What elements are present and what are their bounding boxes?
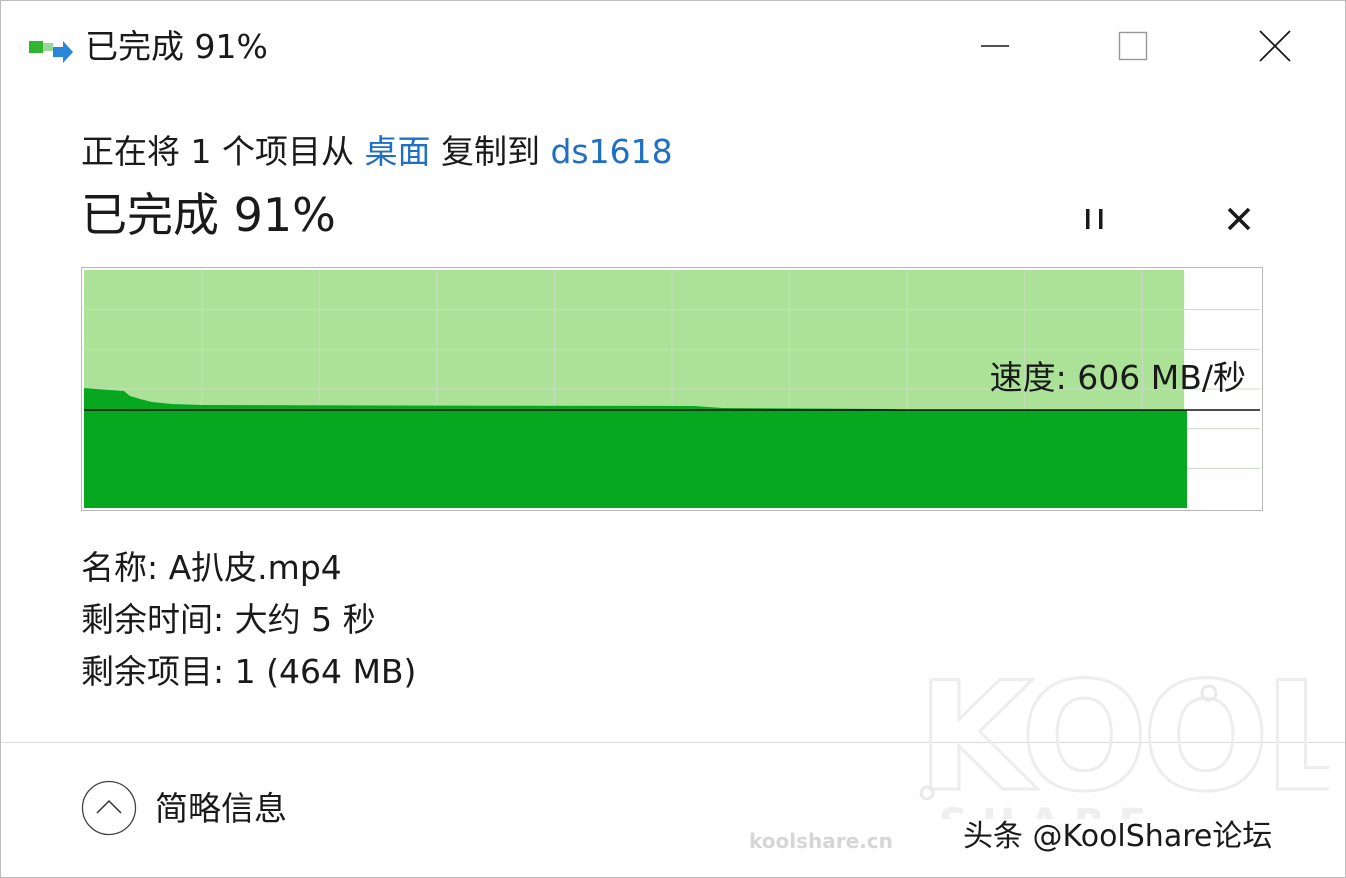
chevron-up-icon — [81, 780, 137, 836]
close-icon — [1259, 30, 1291, 62]
fewer-details-label[interactable]: 简略信息 — [155, 787, 287, 831]
copy-middle: 复制到 — [430, 132, 551, 171]
maximize-icon — [1118, 31, 1148, 61]
copy-prefix: 正在将 1 个项目从 — [81, 132, 365, 171]
window-title: 已完成 91% — [85, 27, 268, 66]
progress-status: 已完成 91% — [81, 188, 336, 242]
file-copy-icon — [29, 37, 75, 67]
speed-label: 速度: 606 MB/秒 — [989, 358, 1246, 397]
copy-description: 正在将 1 个项目从 桌面 复制到 ds1618 — [81, 129, 673, 175]
maximize-button[interactable] — [1102, 15, 1164, 77]
cancel-copy-button[interactable] — [1217, 197, 1261, 241]
close-button[interactable] — [1244, 15, 1306, 77]
file-name: 名称: A扒皮.mp4 — [81, 548, 342, 587]
time-remaining: 剩余时间: 大约 5 秒 — [81, 600, 376, 639]
destination-link[interactable]: ds1618 — [550, 132, 672, 171]
minimize-button[interactable] — [964, 15, 1026, 77]
pause-button[interactable] — [1073, 197, 1117, 241]
watermark-credit: 头条 @KoolShare论坛 — [963, 819, 1273, 854]
speed-graph: 速度: 606 MB/秒 — [81, 267, 1263, 511]
items-remaining: 剩余项目: 1 (464 MB) — [81, 652, 417, 691]
watermark-site: koolshare.cn — [749, 829, 893, 853]
fewer-details-button[interactable] — [81, 780, 137, 836]
cancel-icon — [1227, 207, 1251, 231]
pause-icon — [1086, 209, 1103, 229]
copy-progress-dialog: 已完成 91% 正在将 1 个项目从 桌面 复制到 ds1618 已完成 91% — [0, 0, 1346, 878]
title-bar[interactable]: 已完成 91% — [1, 1, 1345, 93]
source-link[interactable]: 桌面 — [364, 132, 430, 171]
minimize-icon — [981, 45, 1009, 47]
